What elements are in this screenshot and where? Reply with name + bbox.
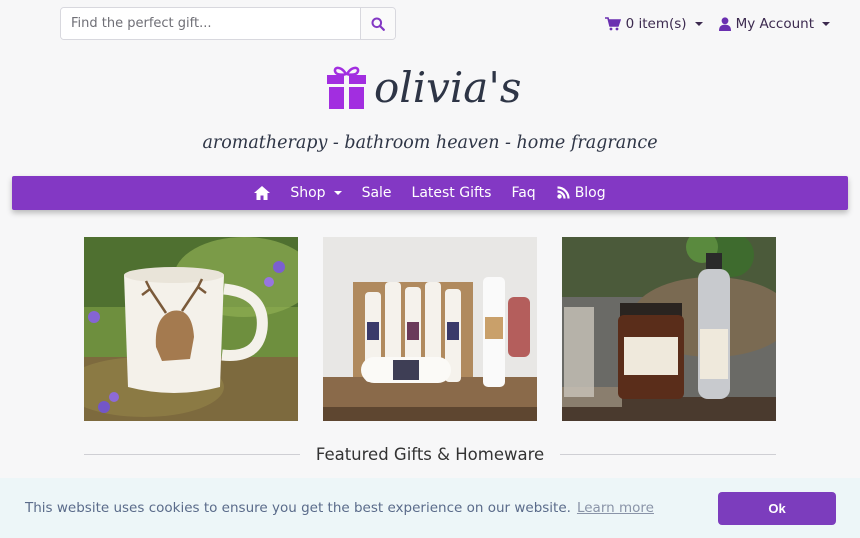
- chevron-down-icon: [694, 21, 703, 26]
- home-icon: [254, 186, 271, 200]
- rss-icon: [556, 186, 570, 199]
- account-label: My Account: [735, 15, 814, 32]
- top-bar: 0 item(s) My Account: [60, 7, 830, 40]
- nav-home[interactable]: [254, 186, 271, 200]
- nav-faq-label: Faq: [511, 185, 536, 201]
- featured-title: Featured Gifts & Homeware: [315, 444, 545, 464]
- promo-tiles: [84, 237, 776, 421]
- user-icon: [718, 16, 731, 31]
- logo-brand-text: olivia's: [374, 63, 521, 112]
- cookie-banner: This website uses cookies to ensure you …: [0, 478, 860, 538]
- candles-photo-icon: [323, 237, 537, 421]
- nav-blog-label: Blog: [574, 185, 606, 201]
- divider: [560, 453, 777, 455]
- cart-dropdown[interactable]: 0 item(s): [604, 15, 703, 32]
- cart-label: 0 item(s): [625, 15, 687, 32]
- learn-more-link[interactable]: Learn more: [577, 500, 654, 516]
- featured-heading: Featured Gifts & Homeware: [84, 443, 777, 465]
- nav-faq[interactable]: Faq: [511, 185, 535, 201]
- logo-tagline-text: aromatherapy - bathroom heaven - home fr…: [202, 133, 657, 153]
- aromatherapy-bottles-photo-icon: [562, 237, 776, 421]
- cookie-message-text: This website uses cookies to ensure you …: [25, 500, 571, 516]
- nav-latest-gifts-label: Latest Gifts: [411, 185, 492, 201]
- site-logo[interactable]: olivia's aromatherapy - bathroom heaven …: [0, 52, 860, 172]
- promo-tile-aromatherapy[interactable]: [562, 237, 776, 421]
- nav-blog[interactable]: Blog: [556, 185, 606, 201]
- nav-shop[interactable]: Shop: [290, 185, 342, 201]
- cart-icon: [604, 16, 621, 30]
- promo-tile-mug[interactable]: [84, 237, 298, 421]
- search-button[interactable]: [360, 8, 395, 39]
- cookie-message: This website uses cookies to ensure you …: [25, 500, 654, 516]
- chevron-down-icon: [333, 191, 342, 195]
- gift-icon: [327, 66, 366, 109]
- nav-shop-label: Shop: [290, 185, 326, 201]
- stag-mug-photo-icon: [84, 237, 298, 421]
- main-nav: Shop Sale Latest Gifts Faq Blog: [12, 176, 848, 210]
- account-dropdown[interactable]: My Account: [718, 15, 830, 32]
- search-box: [60, 7, 396, 40]
- nav-sale[interactable]: Sale: [362, 185, 392, 201]
- search-input[interactable]: [61, 8, 360, 39]
- promo-tile-candles[interactable]: [323, 237, 537, 421]
- cookie-ok-button[interactable]: Ok: [718, 492, 836, 525]
- nav-latest-gifts[interactable]: Latest Gifts: [412, 185, 492, 201]
- divider: [84, 453, 300, 455]
- search-icon: [371, 17, 385, 31]
- nav-sale-label: Sale: [361, 185, 392, 201]
- chevron-down-icon: [822, 21, 830, 26]
